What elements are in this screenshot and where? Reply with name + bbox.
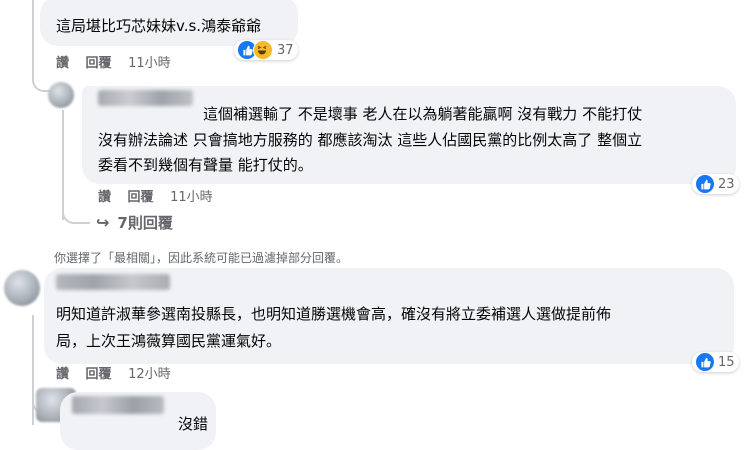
comment-actions: 讚 回覆 11小時 (56, 52, 183, 71)
comment-actions: 讚 回覆 12小時 (56, 363, 183, 382)
author-name-redacted[interactable] (98, 90, 193, 106)
reaction-summary[interactable]: 15 (692, 352, 739, 372)
comment-text-line: 局，上次王鴻薇算國民黨運氣好。 (56, 332, 282, 350)
comment-text-line: 明知道許淑華參選南投縣長，也明知道勝選機會高，確沒有將立委補選人選做提前佈 (56, 305, 612, 323)
comment-actions: 讚 回覆 11小時 (98, 186, 225, 205)
avatar[interactable] (48, 82, 74, 108)
comment-text: 這局堪比巧芯妹妹v.s.鴻泰爺爺 (56, 17, 262, 35)
reaction-summary[interactable]: 37 (234, 40, 298, 60)
like-icon (696, 353, 714, 371)
like-button[interactable]: 讚 (98, 190, 111, 205)
reaction-count: 15 (718, 354, 735, 370)
view-replies-label: 7則回覆 (117, 214, 173, 232)
like-icon (696, 175, 714, 193)
comment-text-line: 這個補選輸了 不是壞事 老人在以為躺著能贏啊 沒有戰力 不能打仗 (203, 105, 643, 123)
author-name-redacted[interactable] (72, 396, 164, 414)
reply-button[interactable]: 回覆 (128, 190, 154, 205)
timestamp[interactable]: 11小時 (170, 190, 213, 205)
reaction-count: 37 (277, 42, 294, 58)
timestamp[interactable]: 12小時 (128, 367, 171, 382)
reaction-summary[interactable]: 23 (692, 174, 739, 194)
author-name-redacted[interactable] (56, 274, 170, 290)
comment-text-line: 委看不到幾個有聲量 能打仗的。 (98, 156, 313, 174)
timestamp[interactable]: 11小時 (128, 56, 171, 71)
view-replies-link[interactable]: ↪ 7則回覆 (96, 212, 173, 233)
comment-text-line: 沒有辦法論述 只會搞地方服務的 都應該淘汰 這些人佔國民黨的比例太高了 整個立 (98, 131, 643, 149)
comment-text: 沒錯 (178, 415, 209, 433)
like-button[interactable]: 讚 (56, 56, 69, 71)
thread-connector (62, 200, 90, 224)
filter-notice: 你選擇了「最相關」，因此系統可能已過濾掉部分回覆。 (54, 251, 349, 265)
reply-arrow-icon: ↪ (96, 213, 110, 232)
avatar[interactable] (4, 270, 40, 306)
reply-button[interactable]: 回覆 (86, 367, 112, 382)
haha-icon (253, 40, 273, 60)
reaction-count: 23 (718, 176, 735, 192)
reply-button[interactable]: 回覆 (86, 56, 112, 71)
like-button[interactable]: 讚 (56, 367, 69, 382)
